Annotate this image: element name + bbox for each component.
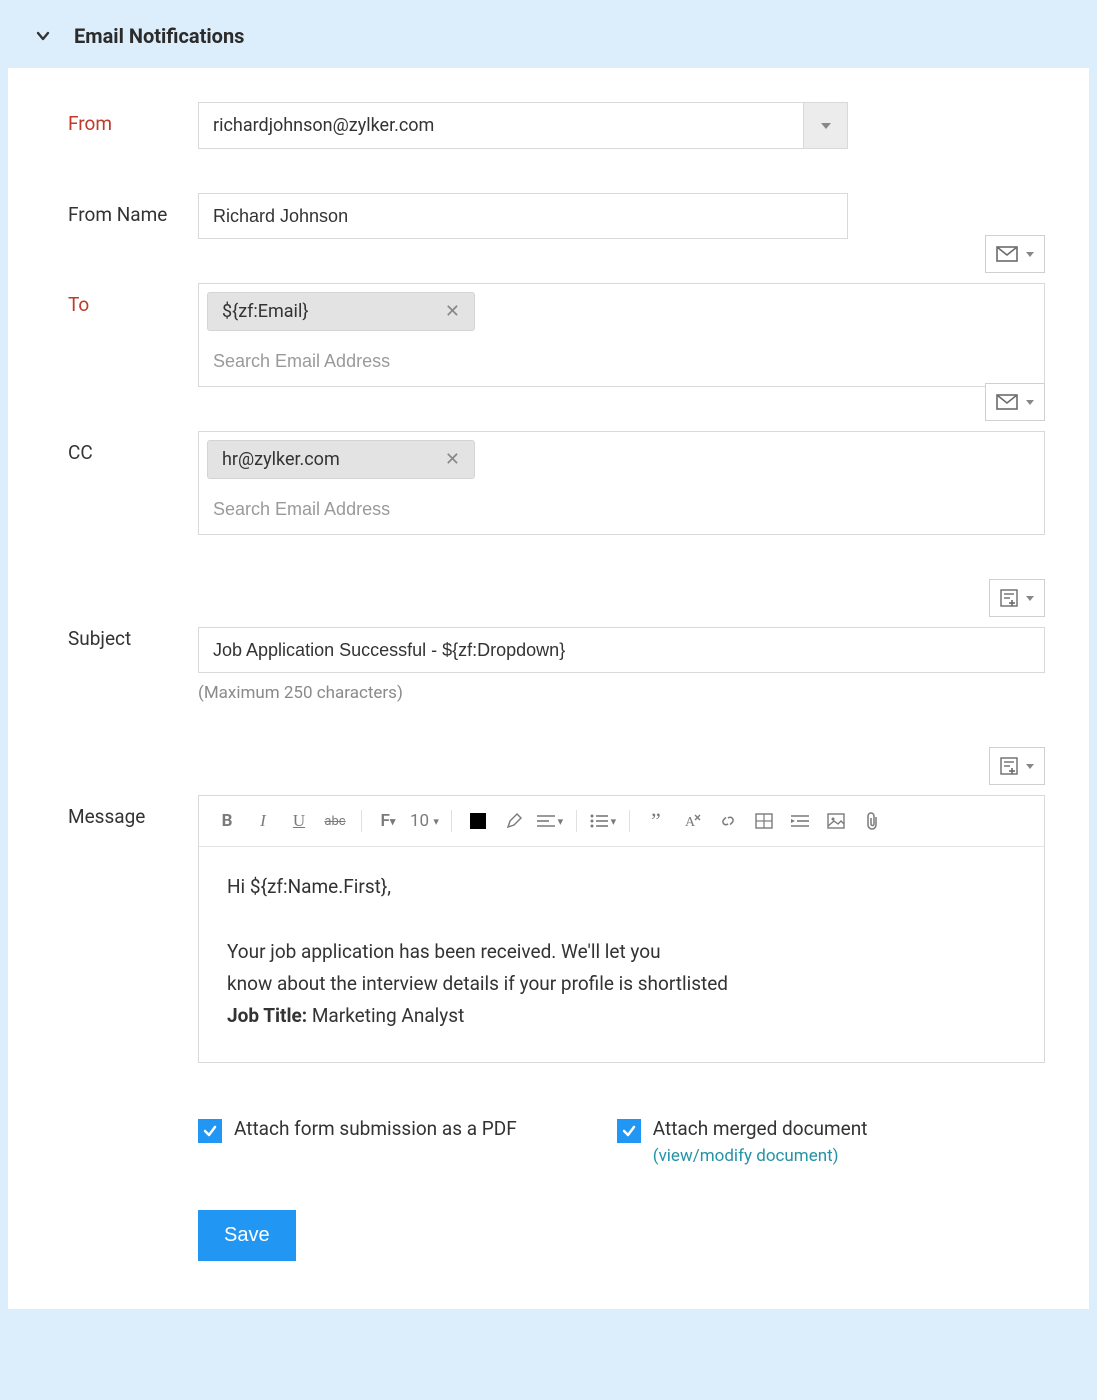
strikethrough-button[interactable]: abc: [321, 806, 349, 836]
row-message: Message B I U: [68, 747, 1045, 1063]
toolbar-divider: [629, 810, 630, 832]
highlight-button[interactable]: [500, 806, 528, 836]
font-family-button[interactable]: F▾: [374, 806, 402, 836]
to-search-input[interactable]: [207, 339, 1036, 386]
list-button[interactable]: ▾: [589, 806, 617, 836]
cc-search-input[interactable]: [207, 487, 1036, 534]
toolbar-divider: [361, 810, 362, 832]
collapse-chevron-icon[interactable]: [34, 27, 52, 45]
to-tag: ${zf:Email} ✕: [207, 292, 475, 331]
envelope-icon: [996, 246, 1018, 262]
bold-button[interactable]: B: [213, 806, 241, 836]
label-message: Message: [68, 747, 198, 828]
attachment-button[interactable]: [858, 806, 886, 836]
attach-pdf-option: Attach form submission as a PDF: [198, 1117, 517, 1143]
message-job-title-line: Job Title: Marketing Analyst: [227, 1000, 1016, 1032]
label-subject: Subject: [68, 579, 198, 650]
list-icon: [590, 814, 608, 828]
cc-insert-field-button[interactable]: [985, 383, 1045, 421]
cc-tagbox[interactable]: hr@zylker.com ✕: [198, 431, 1045, 535]
row-to: To ${zf:Email} ✕: [68, 283, 1045, 387]
chevron-down-icon: [821, 123, 831, 129]
indent-button[interactable]: [786, 806, 814, 836]
section-title: Email Notifications: [74, 24, 244, 48]
row-from: From richardjohnson@zylker.com: [68, 102, 1045, 149]
from-dropdown-button[interactable]: [803, 103, 847, 148]
insert-field-icon: [1000, 757, 1018, 775]
row-cc: CC hr@zylker.com ✕: [68, 431, 1045, 535]
check-icon: [202, 1123, 218, 1139]
row-from-name: From Name: [68, 193, 1045, 239]
label-to: To: [68, 283, 198, 316]
chevron-down-icon: [1026, 252, 1034, 257]
message-greeting: Hi ${zf:Name.First},: [227, 871, 1016, 903]
save-button[interactable]: Save: [198, 1210, 296, 1261]
paperclip-icon: [864, 812, 880, 830]
svg-text:A: A: [685, 815, 696, 829]
editor-toolbar: B I U abc F▾ 10 ▾: [199, 796, 1044, 847]
from-select[interactable]: richardjohnson@zylker.com: [198, 102, 848, 149]
label-cc: CC: [68, 431, 198, 464]
insert-field-icon: [1000, 589, 1018, 607]
to-tag-remove[interactable]: ✕: [441, 301, 464, 322]
row-subject: Subject (Maximum 250 characters): [68, 579, 1045, 703]
chevron-down-icon: [1026, 764, 1034, 769]
job-title-value: Marketing Analyst: [312, 1004, 464, 1027]
to-insert-field-button[interactable]: [985, 235, 1045, 273]
pencil-icon: [506, 813, 522, 829]
row-actions: Save: [68, 1210, 1045, 1261]
align-button[interactable]: ▾: [536, 806, 564, 836]
text-color-button[interactable]: [464, 806, 492, 836]
cc-tag-remove[interactable]: ✕: [441, 449, 464, 470]
attach-pdf-checkbox[interactable]: [198, 1119, 222, 1143]
quote-button[interactable]: ”: [642, 806, 670, 836]
image-button[interactable]: [822, 806, 850, 836]
clear-format-icon: A: [683, 813, 701, 829]
chevron-down-icon: [1026, 596, 1034, 601]
message-line-2: know about the interview details if your…: [227, 968, 1016, 1000]
view-modify-document-link[interactable]: (view/modify document): [653, 1146, 868, 1166]
table-icon: [755, 813, 773, 829]
attach-merged-checkbox[interactable]: [617, 1119, 641, 1143]
subject-insert-field-button[interactable]: [989, 579, 1045, 617]
from-name-input[interactable]: [198, 193, 848, 239]
message-line-1: Your job application has been received. …: [227, 936, 1016, 968]
image-icon: [827, 813, 845, 829]
attach-merged-label: Attach merged document: [653, 1117, 868, 1140]
toolbar-divider: [451, 810, 452, 832]
cc-tag-label: hr@zylker.com: [222, 449, 340, 470]
attach-pdf-label: Attach form submission as a PDF: [234, 1117, 517, 1140]
message-body[interactable]: Hi ${zf:Name.First}, Your job applicatio…: [199, 847, 1044, 1062]
chevron-down-icon: [1026, 400, 1034, 405]
table-button[interactable]: [750, 806, 778, 836]
message-editor: B I U abc F▾ 10 ▾: [198, 795, 1045, 1063]
underline-button[interactable]: U: [285, 806, 313, 836]
cc-tag: hr@zylker.com ✕: [207, 440, 475, 479]
italic-button[interactable]: I: [249, 806, 277, 836]
label-from: From: [68, 102, 198, 135]
message-insert-field-button[interactable]: [989, 747, 1045, 785]
link-icon: [719, 812, 737, 830]
subject-input[interactable]: [198, 627, 1045, 673]
to-tagbox[interactable]: ${zf:Email} ✕: [198, 283, 1045, 387]
attach-merged-option: Attach merged document (view/modify docu…: [617, 1117, 868, 1166]
toolbar-divider: [576, 810, 577, 832]
link-button[interactable]: [714, 806, 742, 836]
from-value: richardjohnson@zylker.com: [199, 103, 803, 148]
section-header: Email Notifications: [8, 0, 1089, 68]
font-size-button[interactable]: 10 ▾: [410, 806, 439, 836]
row-attachments: Attach form submission as a PDF Attach m…: [68, 1107, 1045, 1166]
align-icon: [537, 814, 555, 828]
indent-icon: [791, 814, 809, 828]
job-title-label: Job Title:: [227, 1004, 307, 1027]
font-size-value: 10: [410, 811, 429, 831]
envelope-icon: [996, 394, 1018, 410]
check-icon: [621, 1123, 637, 1139]
clear-format-button[interactable]: A: [678, 806, 706, 836]
form-card: From richardjohnson@zylker.com From Name…: [8, 68, 1089, 1309]
subject-hint: (Maximum 250 characters): [198, 683, 1045, 703]
label-from-name: From Name: [68, 193, 198, 226]
color-swatch-icon: [470, 813, 486, 829]
to-tag-label: ${zf:Email}: [222, 301, 308, 322]
